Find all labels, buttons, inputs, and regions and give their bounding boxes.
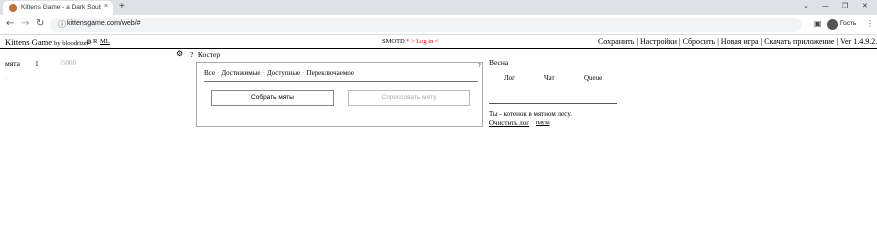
forward-icon[interactable]: → (21, 18, 29, 29)
bonfire-tab-label: Костер (197, 50, 221, 59)
game-title: Kittens Game by bloodrizer (5, 37, 89, 47)
ml-link[interactable]: ML (100, 38, 110, 45)
address-bar[interactable]: ⓘ kittensgame.com/web/# (50, 18, 802, 32)
resource-catnip-max: /5000 (60, 59, 76, 67)
minimize-icon[interactable]: — (822, 2, 829, 10)
filter-available[interactable]: Доступные (267, 69, 300, 77)
tab-search-icon[interactable]: ⌄ (803, 2, 809, 10)
browser-tab-title: Kittens Game - a Dark Souls of increment… (21, 4, 101, 11)
browser-menu-icon[interactable]: ⋮ (866, 19, 874, 28)
profile-guest-label[interactable]: Гость (840, 20, 856, 27)
tab-chat[interactable]: Чат (544, 74, 555, 82)
restore-icon[interactable]: ❐ (842, 2, 848, 10)
season-label: Весна (489, 58, 509, 67)
reddit-link[interactable]: R (93, 38, 97, 45)
filter-all[interactable]: Все (204, 69, 215, 77)
filter-reachable[interactable]: Достижимые (221, 69, 260, 77)
side-panel-icon[interactable]: ▣ (814, 19, 822, 28)
profile-avatar-icon[interactable] (827, 19, 838, 30)
log-divider (489, 103, 617, 104)
browser-tab-strip: Kittens Game - a Dark Souls of increment… (0, 0, 877, 15)
pause-link[interactable]: пауза (536, 120, 550, 126)
bonfire-tab-title: Костер (196, 50, 220, 59)
gather-catnip-button[interactable]: Собрать мяты (211, 90, 334, 106)
game-menu-links[interactable]: Сохранить | Настройки | Сбросить | Новая… (598, 37, 877, 46)
filter-toggleable[interactable]: Переключаемое (307, 69, 354, 77)
login-link[interactable]: * > Log in < (406, 38, 439, 45)
reload-icon[interactable]: ↻ (36, 18, 44, 29)
browser-toolbar: ← → ↻ ⓘ kittensgame.com/web/# ▣ Гость ⋮ (0, 15, 877, 35)
help-question[interactable]: ? (190, 50, 193, 59)
building-filter-tabs: Все · Достижимые · Доступные · Переключаемое (204, 69, 478, 82)
kitten-favicon-icon (9, 4, 17, 12)
back-icon[interactable]: ← (6, 18, 14, 29)
panel-help-icon[interactable]: ? (478, 63, 481, 69)
tab-close-icon[interactable]: × (104, 3, 108, 10)
clear-log-link[interactable]: Очистить лог (489, 119, 529, 127)
browser-tab[interactable]: Kittens Game - a Dark Souls of increment… (3, 1, 113, 15)
tab-queue[interactable]: Queue (584, 74, 602, 82)
game-header: Kittens Game by bloodrizer ⚙ R ML SMOTD … (0, 36, 877, 49)
log-message: Ты - котенок в мятном лесу. (489, 110, 572, 118)
settings-gear-icon[interactable]: ⚙ (176, 49, 183, 58)
resource-marker-icon: ◦ (5, 77, 7, 82)
resource-catnip-value: 1 (35, 59, 39, 68)
motd-link[interactable]: SMOTD (382, 38, 405, 45)
bonfire-panel: Все · Достижимые · Доступные · Переключаемое С… (196, 62, 483, 127)
refine-catnip-button[interactable]: Спрессовать мяту (348, 90, 470, 106)
site-info-icon[interactable]: ⓘ (58, 19, 66, 30)
address-url: kittensgame.com/web/# (67, 20, 141, 27)
close-window-icon[interactable]: ✕ (862, 2, 868, 10)
game-author: by bloodrizer (54, 40, 89, 47)
new-tab-icon[interactable]: + (119, 1, 125, 12)
resource-catnip-name: мята (5, 59, 20, 68)
game-title-text: Kittens Game (5, 37, 52, 47)
tab-log[interactable]: Лог (504, 74, 515, 82)
sync-icon[interactable]: ⚙ (86, 38, 92, 46)
